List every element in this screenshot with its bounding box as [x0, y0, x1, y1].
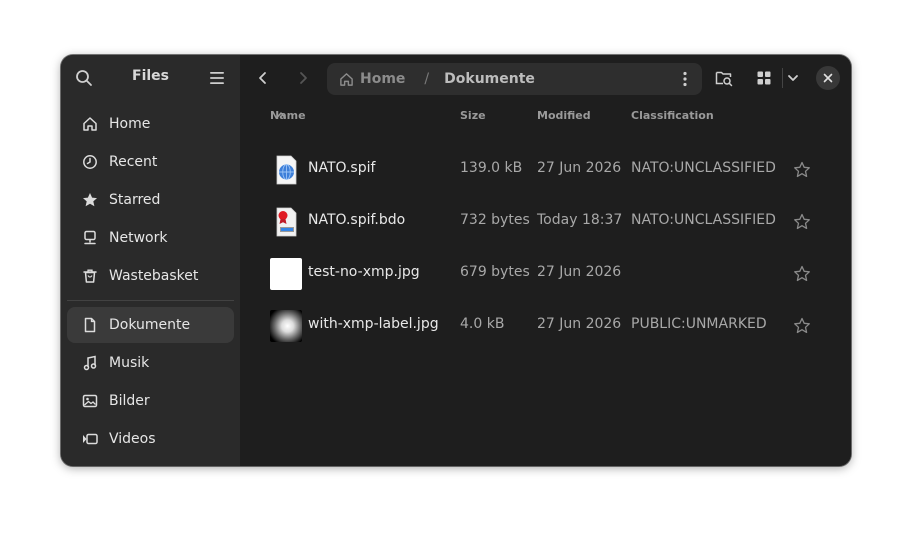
chevron-right-icon	[300, 72, 307, 84]
file-row[interactable]: test-no-xmp.jpg 679 bytes 27 Jun 2026	[240, 248, 851, 300]
sidebar-item-musik[interactable]: Musik	[67, 345, 234, 381]
search-folder-button[interactable]	[714, 68, 734, 88]
sidebar-item-label: Home	[109, 116, 151, 132]
file-classification: PUBLIC:UNMARKED	[631, 316, 767, 332]
music-icon	[81, 354, 99, 372]
star-toggle[interactable]	[793, 265, 811, 283]
file-name: with-xmp-label.jpg	[308, 316, 439, 332]
sidebar-item-bilder[interactable]: Bilder	[67, 383, 234, 419]
grid-view-icon	[757, 71, 771, 85]
files-window: Files Home Recent Starred Network Wasteb…	[61, 55, 851, 466]
breadcrumb-current[interactable]: Dokumente	[444, 71, 535, 87]
close-button[interactable]	[816, 66, 840, 90]
view-options-button[interactable]	[785, 69, 801, 87]
file-classification: NATO:UNCLASSIFIED	[631, 160, 776, 176]
close-icon	[823, 73, 833, 83]
view-grid-button[interactable]	[754, 68, 774, 88]
file-row[interactable]: NATO.spif.bdo 732 bytes Today 18:37 NATO…	[240, 196, 851, 248]
breadcrumb-home-label: Home	[360, 71, 406, 87]
sidebar-item-label: Network	[109, 230, 168, 246]
file-modified: 27 Jun 2026	[537, 264, 622, 280]
star-outline-icon	[794, 213, 810, 230]
sidebar-divider	[67, 300, 234, 301]
column-header-classification[interactable]: Classification	[631, 109, 714, 122]
column-name-label: Name	[270, 109, 306, 122]
sidebar-item-label: Musik	[109, 355, 150, 371]
breadcrumb-separator: /	[424, 71, 430, 87]
clock-icon	[81, 153, 99, 171]
column-header-size[interactable]: Size	[460, 109, 486, 122]
home-icon	[340, 72, 353, 86]
folder-search-icon	[715, 71, 733, 87]
sidebar-header: Files	[61, 55, 240, 101]
white-image-thumbnail	[270, 258, 302, 290]
chevron-left-icon	[259, 72, 266, 84]
sidebar-item-wastebasket[interactable]: Wastebasket	[67, 258, 234, 294]
header-bar: Home / Dokumente	[240, 55, 851, 101]
sidebar-item-dokumente[interactable]: Dokumente	[67, 307, 234, 343]
file-list: NATO.spif 139.0 kB 27 Jun 2026 NATO:UNCL…	[240, 144, 851, 352]
sidebar-item-videos[interactable]: Videos	[67, 421, 234, 457]
file-size: 4.0 kB	[460, 316, 505, 332]
main-pane: Home / Dokumente Name Size Modified Clas…	[240, 55, 851, 466]
trash-icon	[81, 267, 99, 285]
hamburger-menu-icon	[210, 72, 224, 84]
file-size: 732 bytes	[460, 212, 530, 228]
certificate-document-icon	[270, 206, 302, 238]
sidebar-list: Home Recent Starred Network Wastebasket …	[67, 106, 234, 459]
path-bar: Home / Dokumente	[327, 63, 702, 95]
sidebar-item-label: Dokumente	[109, 317, 191, 333]
breadcrumb-home[interactable]: Home	[339, 71, 405, 87]
video-icon	[81, 430, 99, 448]
toolbar-divider	[782, 68, 783, 88]
column-header-modified[interactable]: Modified	[537, 109, 591, 122]
file-size: 139.0 kB	[460, 160, 523, 176]
sidebar-item-label: Starred	[109, 192, 161, 208]
file-modified: Today 18:37	[537, 212, 623, 228]
globe-document-icon	[270, 154, 302, 186]
picture-icon	[81, 392, 99, 410]
file-name: NATO.spif	[308, 160, 376, 176]
star-outline-icon	[794, 265, 810, 282]
sidebar-item-network[interactable]: Network	[67, 220, 234, 256]
path-menu-button[interactable]	[680, 71, 690, 87]
sidebar-item-label: Wastebasket	[109, 268, 199, 284]
sidebar-item-starred[interactable]: Starred	[67, 182, 234, 218]
kebab-menu-icon	[683, 71, 687, 87]
column-header-name[interactable]: Name	[270, 109, 306, 122]
file-name: NATO.spif.bdo	[308, 212, 406, 228]
file-row[interactable]: NATO.spif 139.0 kB 27 Jun 2026 NATO:UNCL…	[240, 144, 851, 196]
chevron-down-icon	[788, 75, 798, 81]
column-headers: Name Size Modified Classification	[240, 109, 851, 125]
star-toggle[interactable]	[793, 213, 811, 231]
sidebar-item-label: Recent	[109, 154, 158, 170]
file-size: 679 bytes	[460, 264, 530, 280]
sidebar: Files Home Recent Starred Network Wasteb…	[61, 55, 240, 466]
file-classification: NATO:UNCLASSIFIED	[631, 212, 776, 228]
star-outline-icon	[794, 317, 810, 334]
star-toggle[interactable]	[793, 161, 811, 179]
back-button[interactable]	[253, 68, 273, 88]
forward-button[interactable]	[293, 68, 313, 88]
file-modified: 27 Jun 2026	[537, 316, 622, 332]
sidebar-item-label: Bilder	[109, 393, 150, 409]
file-modified: 27 Jun 2026	[537, 160, 622, 176]
sidebar-item-recent[interactable]: Recent	[67, 144, 234, 180]
sidebar-item-label: Videos	[109, 431, 156, 447]
file-name: test-no-xmp.jpg	[308, 264, 420, 280]
sidebar-item-home[interactable]: Home	[67, 106, 234, 142]
star-toggle[interactable]	[793, 317, 811, 335]
document-icon	[81, 316, 99, 334]
home-icon	[81, 115, 99, 133]
file-row[interactable]: with-xmp-label.jpg 4.0 kB 27 Jun 2026 PU…	[240, 300, 851, 352]
main-menu-button[interactable]	[208, 69, 226, 87]
gradient-image-thumbnail	[270, 310, 302, 342]
network-icon	[81, 229, 99, 247]
star-outline-icon	[794, 161, 810, 178]
star-icon	[81, 191, 99, 209]
